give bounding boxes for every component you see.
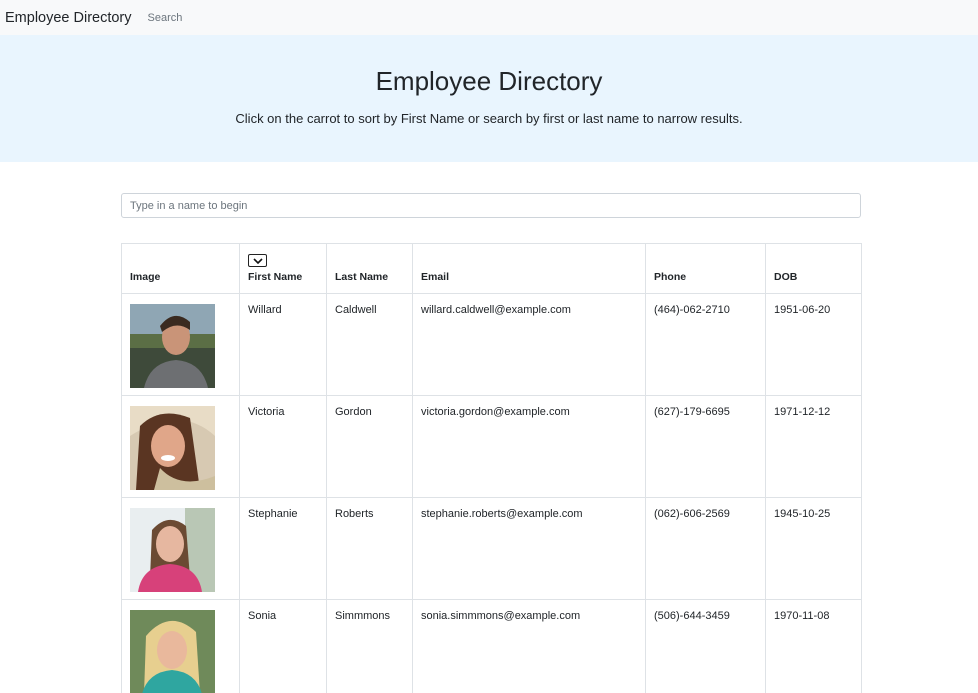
cell-phone: (062)-606-2569 xyxy=(645,497,766,600)
cell-email: victoria.gordon@example.com xyxy=(412,395,646,498)
cell-email: stephanie.roberts@example.com xyxy=(412,497,646,600)
page-title: Employee Directory xyxy=(375,66,603,96)
column-header-first-name: First Name xyxy=(239,243,327,294)
employee-photo xyxy=(130,508,215,592)
column-header-dob: DOB xyxy=(765,243,862,294)
column-header-phone: Phone xyxy=(645,243,766,294)
nav-brand[interactable]: Employee Directory xyxy=(5,10,132,26)
column-header-first-name-label: First Name xyxy=(248,271,303,283)
table-row: Stephanie Roberts stephanie.roberts@exam… xyxy=(121,497,862,600)
column-header-email: Email xyxy=(412,243,646,294)
cell-email: willard.caldwell@example.com xyxy=(412,293,646,396)
page-instructions: Click on the carrot to sort by First Nam… xyxy=(235,111,743,126)
search-input[interactable] xyxy=(121,193,861,218)
employee-photo xyxy=(130,610,215,693)
employee-photo xyxy=(130,406,215,490)
cell-dob: 1951-06-20 xyxy=(765,293,862,396)
cell-last-name: Caldwell xyxy=(326,293,413,396)
navbar: Employee Directory Search xyxy=(0,0,978,35)
chevron-down-icon xyxy=(253,258,263,264)
cell-first-name: Stephanie xyxy=(239,497,327,600)
cell-first-name: Sonia xyxy=(239,599,327,693)
table-row: Willard Caldwell willard.caldwell@exampl… xyxy=(121,293,862,396)
table-row: Victoria Gordon victoria.gordon@example.… xyxy=(121,395,862,498)
cell-phone: (627)-179-6695 xyxy=(645,395,766,498)
employee-photo xyxy=(130,304,215,388)
cell-first-name: Victoria xyxy=(239,395,327,498)
cell-phone: (464)-062-2710 xyxy=(645,293,766,396)
cell-first-name: Willard xyxy=(239,293,327,396)
cell-image xyxy=(121,395,240,498)
cell-phone: (506)-644-3459 xyxy=(645,599,766,693)
cell-last-name: Roberts xyxy=(326,497,413,600)
cell-image xyxy=(121,293,240,396)
table-header-row: Image First Name Last Name Email Phone D… xyxy=(121,243,862,294)
cell-image xyxy=(121,599,240,693)
cell-last-name: Gordon xyxy=(326,395,413,498)
nav-search-link[interactable]: Search xyxy=(148,12,183,24)
cell-dob: 1970-11-08 xyxy=(765,599,862,693)
employee-table: Image First Name Last Name Email Phone D… xyxy=(121,243,862,693)
column-header-last-name: Last Name xyxy=(326,243,413,294)
cell-dob: 1945-10-25 xyxy=(765,497,862,600)
table-row: Sonia Simmmons sonia.simmmons@example.co… xyxy=(121,599,862,693)
header-banner: Employee Directory Click on the carrot t… xyxy=(0,35,978,162)
sort-first-name-button[interactable] xyxy=(248,254,267,267)
column-header-image: Image xyxy=(121,243,240,294)
cell-image xyxy=(121,497,240,600)
cell-email: sonia.simmmons@example.com xyxy=(412,599,646,693)
cell-dob: 1971-12-12 xyxy=(765,395,862,498)
cell-last-name: Simmmons xyxy=(326,599,413,693)
